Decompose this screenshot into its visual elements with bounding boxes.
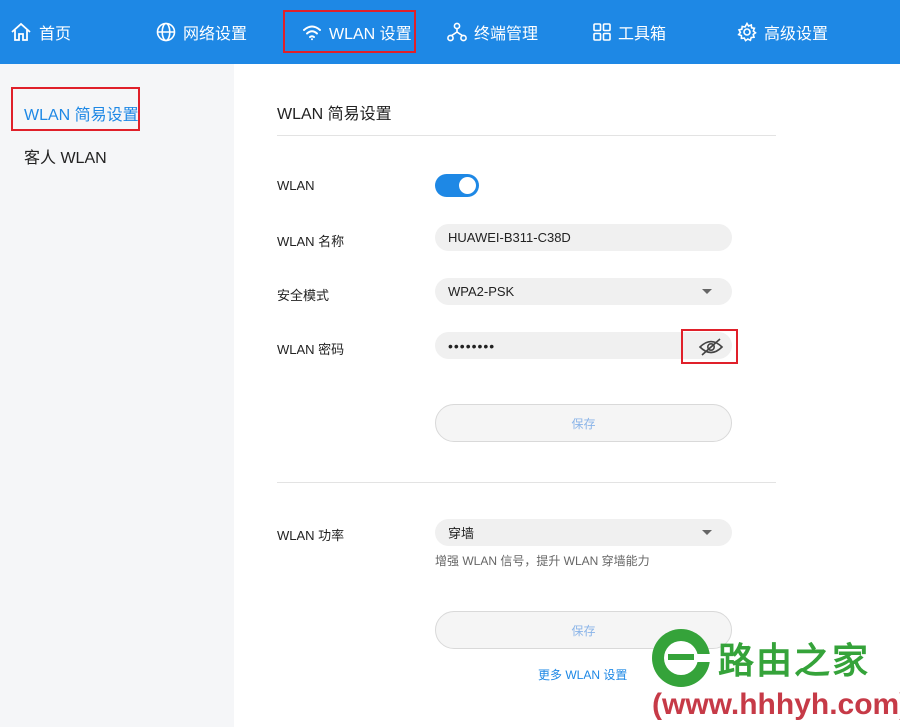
- globe-icon: [156, 22, 176, 42]
- power-value: 穿墙: [448, 526, 475, 541]
- wlan-toggle[interactable]: [435, 174, 479, 197]
- power-select[interactable]: 穿墙: [435, 519, 732, 546]
- nav-home[interactable]: 首页: [10, 0, 71, 64]
- watermark-name: 路由之家: [718, 640, 871, 681]
- nav-advanced-label: 高级设置: [764, 26, 829, 43]
- nav-network[interactable]: 网络设置: [156, 0, 247, 64]
- password-value: ••••••••: [448, 337, 496, 354]
- gear-icon: [737, 22, 757, 42]
- nav-terminal-label: 终端管理: [474, 26, 539, 43]
- security-label: 安全模式: [277, 288, 330, 303]
- highlight-box-eye: [681, 329, 738, 364]
- nav-network-label: 网络设置: [183, 26, 248, 43]
- chevron-down-icon: [702, 530, 712, 535]
- sidebar-item-guest-wlan[interactable]: 客人 WLAN: [24, 144, 107, 168]
- sidebar: WLAN 简易设置 客人 WLAN: [0, 64, 234, 727]
- grid-icon: [593, 23, 611, 41]
- power-label: WLAN 功率: [277, 528, 345, 543]
- highlight-box-sidebar: [11, 87, 140, 131]
- security-select[interactable]: WPA2-PSK: [435, 278, 732, 305]
- wlan-label: WLAN: [277, 178, 315, 193]
- network-nodes-icon: [447, 22, 467, 42]
- ssid-input[interactable]: HUAWEI-B311-C38D: [435, 224, 732, 251]
- power-hint: 增强 WLAN 信号，提升 WLAN 穿墙能力: [435, 554, 650, 568]
- title-divider: [277, 135, 776, 136]
- watermark-logo: [652, 629, 712, 687]
- top-nav-bar: 首页 网络设置 WLAN 设置 终端管理 工具箱 高级设置: [0, 0, 900, 64]
- watermark-url: (www.hhhyh.com): [652, 688, 900, 721]
- highlight-box-wlan-tab: [283, 10, 416, 53]
- nav-tools-label: 工具箱: [618, 26, 667, 43]
- password-label: WLAN 密码: [277, 342, 345, 357]
- page-title: WLAN 简易设置: [277, 106, 392, 123]
- toggle-knob: [459, 177, 476, 194]
- nav-home-label: 首页: [39, 26, 72, 43]
- nav-advanced[interactable]: 高级设置: [737, 0, 828, 64]
- section-divider: [277, 482, 776, 483]
- ssid-label: WLAN 名称: [277, 234, 345, 249]
- nav-tools[interactable]: 工具箱: [593, 0, 666, 64]
- nav-terminal[interactable]: 终端管理: [447, 0, 538, 64]
- chevron-down-icon: [702, 289, 712, 294]
- more-wlan-settings-link[interactable]: 更多 WLAN 设置: [538, 666, 627, 683]
- save-button[interactable]: 保存: [435, 404, 732, 442]
- security-value: WPA2-PSK: [448, 284, 515, 299]
- home-icon: [11, 22, 31, 41]
- ssid-value: HUAWEI-B311-C38D: [448, 230, 571, 245]
